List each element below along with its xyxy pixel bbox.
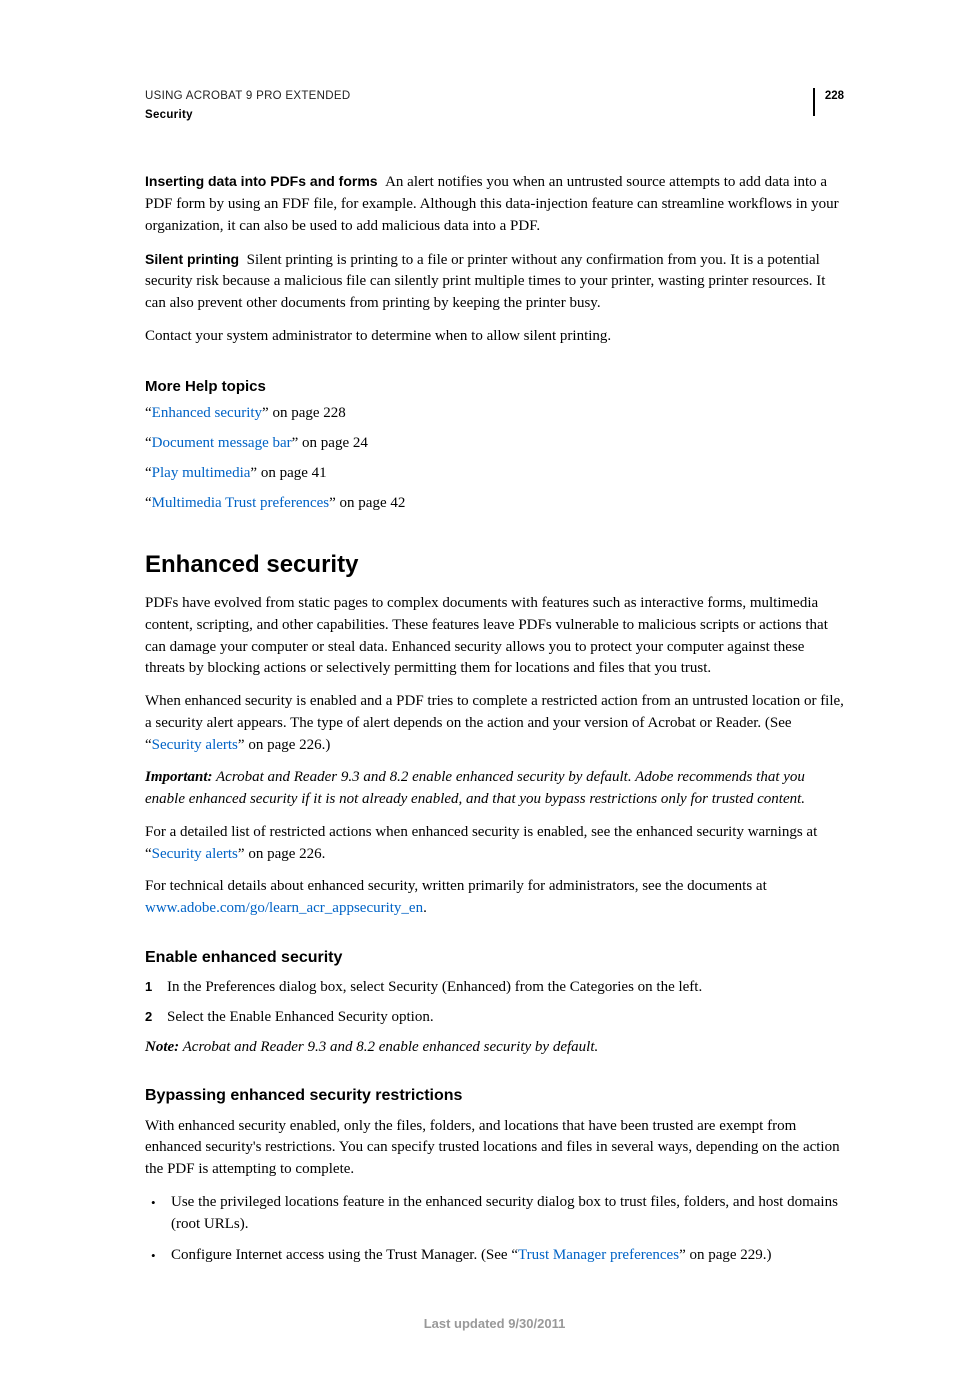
- help-suffix: ” on page 41: [250, 465, 326, 481]
- link-security-alerts-2[interactable]: Security alerts: [152, 846, 238, 862]
- header-left: USING ACROBAT 9 PRO EXTENDED Security: [145, 88, 350, 123]
- enhanced-p5: For technical details about enhanced sec…: [145, 876, 844, 920]
- bullet-text: Use the privileged locations feature in …: [171, 1192, 844, 1236]
- link-multimedia-trust-prefs[interactable]: Multimedia Trust preferences: [152, 495, 329, 511]
- help-suffix: ” on page 228: [262, 405, 346, 421]
- help-suffix: ” on page 42: [329, 495, 405, 511]
- more-help-heading: More Help topics: [145, 376, 844, 398]
- enhanced-p4: For a detailed list of restricted action…: [145, 822, 844, 866]
- link-security-alerts[interactable]: Security alerts: [152, 737, 238, 753]
- help-topic: “Multimedia Trust preferences” on page 4…: [145, 493, 844, 515]
- bullet-icon: •: [151, 1192, 171, 1236]
- footer-updated: Last updated 9/30/2011: [145, 1315, 844, 1334]
- bullet-1: • Use the privileged locations feature i…: [145, 1192, 844, 1236]
- step-number: 2: [145, 1007, 167, 1029]
- runin-inserting: Inserting data into PDFs and forms: [145, 173, 378, 189]
- runin-silent: Silent printing: [145, 251, 239, 267]
- link-play-multimedia[interactable]: Play multimedia: [152, 465, 251, 481]
- link-appsecurity-url[interactable]: www.adobe.com/go/learn_acr_appsecurity_e…: [145, 900, 423, 916]
- p5-post: .: [423, 900, 427, 916]
- note-label: Note:: [145, 1039, 179, 1055]
- step-1: 1 In the Preferences dialog box, select …: [145, 977, 844, 999]
- doc-title: USING ACROBAT 9 PRO EXTENDED: [145, 88, 350, 105]
- b2-pre: Configure Internet access using the Trus…: [171, 1247, 518, 1263]
- paragraph-contact-admin: Contact your system administrator to det…: [145, 326, 844, 348]
- h1-enhanced-security: Enhanced security: [145, 548, 844, 583]
- help-topic: “Enhanced security” on page 228: [145, 403, 844, 425]
- p4-post: ” on page 226.: [238, 846, 325, 862]
- page-number-wrap: 228: [813, 88, 844, 116]
- step-text: In the Preferences dialog box, select Se…: [167, 977, 702, 999]
- link-enhanced-security[interactable]: Enhanced security: [152, 405, 262, 421]
- link-document-message-bar[interactable]: Document message bar: [152, 435, 292, 451]
- link-trust-manager-prefs[interactable]: Trust Manager preferences: [518, 1247, 679, 1263]
- bypass-p1: With enhanced security enabled, only the…: [145, 1116, 844, 1181]
- important-note: Important: Acrobat and Reader 9.3 and 8.…: [145, 767, 844, 811]
- p2-post: ” on page 226.): [238, 737, 330, 753]
- enhanced-p1: PDFs have evolved from static pages to c…: [145, 593, 844, 680]
- bullet-text: Configure Internet access using the Trus…: [171, 1245, 772, 1267]
- important-label: Important:: [145, 769, 213, 785]
- help-topic: “Document message bar” on page 24: [145, 433, 844, 455]
- note-enable: Note: Acrobat and Reader 9.3 and 8.2 ena…: [145, 1037, 844, 1059]
- body-silent: Silent printing is printing to a file or…: [145, 252, 825, 312]
- help-topic: “Play multimedia” on page 41: [145, 463, 844, 485]
- bullet-icon: •: [151, 1245, 171, 1267]
- enhanced-p2: When enhanced security is enabled and a …: [145, 691, 844, 756]
- doc-section: Security: [145, 107, 350, 124]
- p5-pre: For technical details about enhanced sec…: [145, 878, 767, 894]
- paragraph-silent-printing: Silent printing Silent printing is print…: [145, 249, 844, 315]
- paragraph-inserting-data: Inserting data into PDFs and forms An al…: [145, 171, 844, 237]
- h2-enable-enhanced: Enable enhanced security: [145, 946, 844, 969]
- help-suffix: ” on page 24: [292, 435, 368, 451]
- h2-bypassing: Bypassing enhanced security restrictions: [145, 1084, 844, 1107]
- step-text: Select the Enable Enhanced Security opti…: [167, 1007, 434, 1029]
- step-2: 2 Select the Enable Enhanced Security op…: [145, 1007, 844, 1029]
- important-body: Acrobat and Reader 9.3 and 8.2 enable en…: [145, 769, 805, 807]
- page-header: USING ACROBAT 9 PRO EXTENDED Security 22…: [145, 88, 844, 123]
- b2-post: ” on page 229.): [679, 1247, 771, 1263]
- page-number: 228: [825, 88, 844, 105]
- step-number: 1: [145, 977, 167, 999]
- note-body: Acrobat and Reader 9.3 and 8.2 enable en…: [183, 1039, 599, 1055]
- bullet-2: • Configure Internet access using the Tr…: [145, 1245, 844, 1267]
